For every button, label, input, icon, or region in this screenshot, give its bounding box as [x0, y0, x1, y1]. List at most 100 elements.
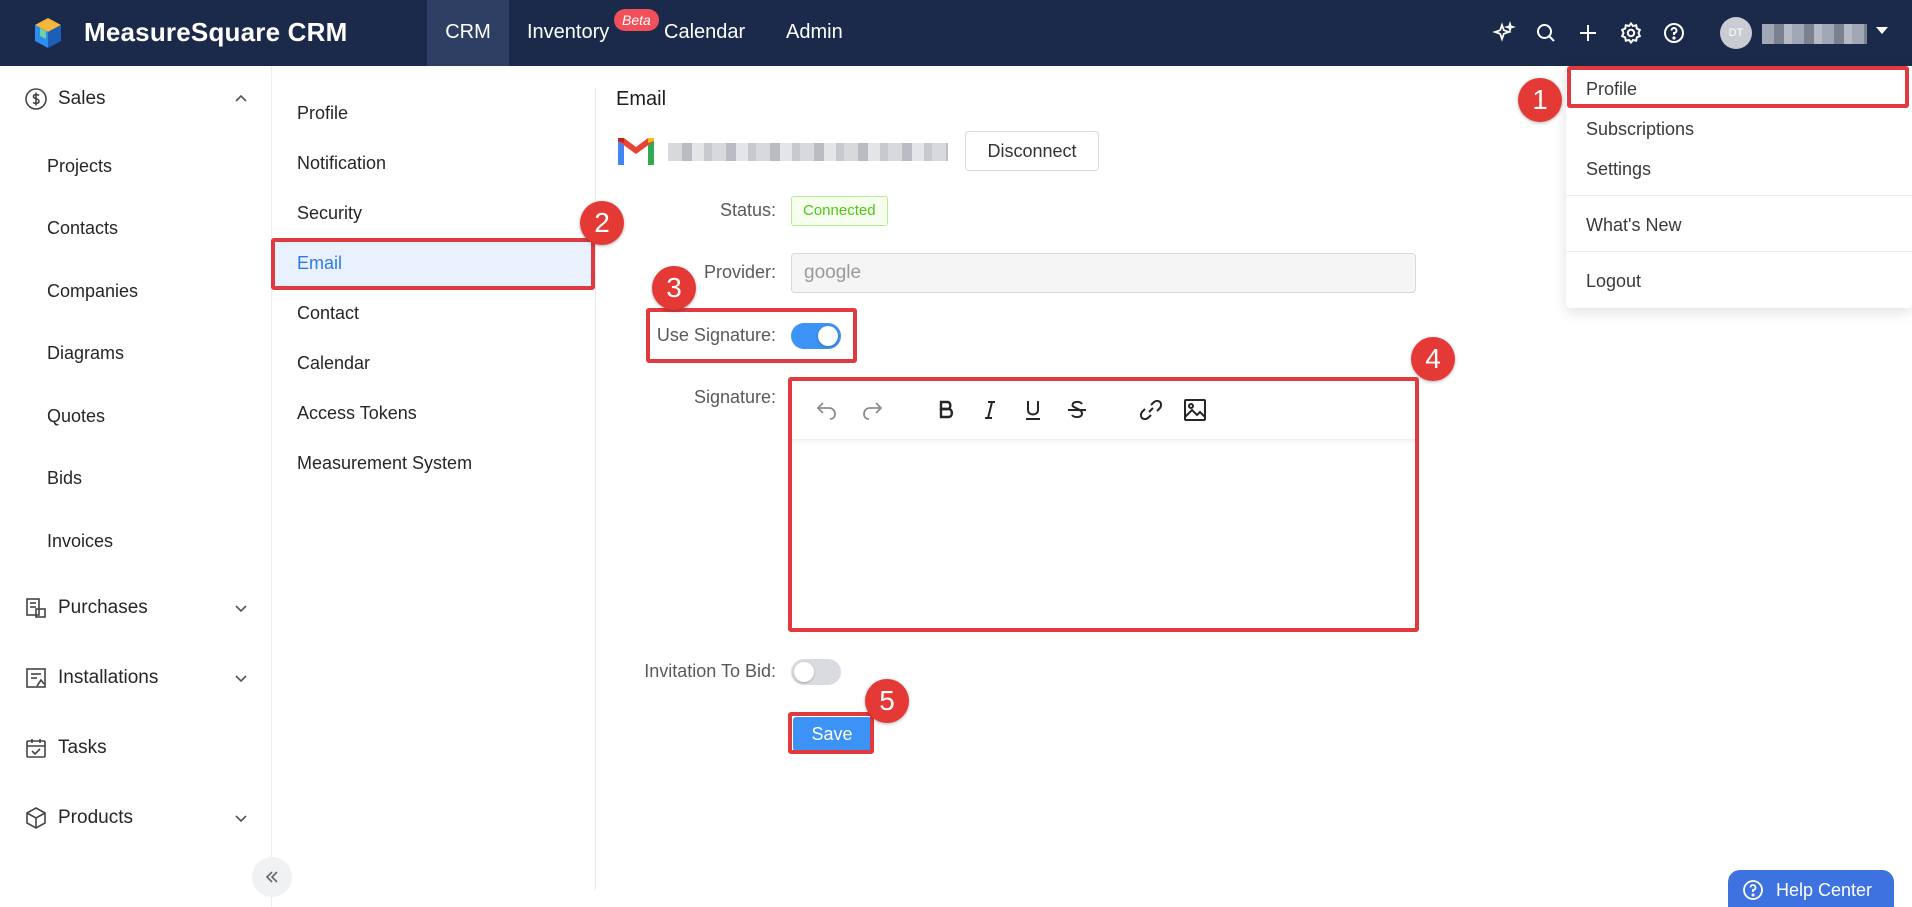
sidebar-item-bids[interactable]: Bids: [47, 468, 82, 489]
annotation-marker-3: 3: [652, 266, 696, 310]
dollar-icon: [25, 88, 47, 110]
page-title: Email: [616, 88, 667, 110]
provider-label: Provider:: [703, 262, 776, 282]
image-button[interactable]: [1182, 397, 1208, 423]
signature-editor[interactable]: [791, 380, 1416, 629]
menu-divider: [1566, 195, 1912, 196]
strikethrough-icon: [1068, 400, 1086, 419]
redo-icon: [863, 402, 883, 420]
underline-icon: [1026, 401, 1040, 420]
user-menu-dropdown: Profile Subscriptions Settings What's Ne…: [1566, 66, 1912, 308]
settings-menu-contact[interactable]: Contact: [272, 288, 594, 338]
sidebar-group-installations[interactable]: Installations: [24, 663, 158, 693]
redo-button[interactable]: [859, 397, 885, 423]
nav-admin[interactable]: Admin: [786, 0, 843, 66]
link-icon: [1139, 399, 1163, 421]
calendar-check-icon: [26, 739, 46, 758]
signature-label: Signature:: [693, 387, 776, 407]
strikethrough-button[interactable]: [1064, 397, 1090, 423]
sidebar-group-label: Installations: [58, 667, 159, 688]
box-icon: [26, 807, 46, 829]
user-avatar[interactable]: DT: [1720, 17, 1752, 49]
sidebar-group-label: Sales: [58, 88, 106, 109]
settings-menu-calendar[interactable]: Calendar: [272, 338, 594, 388]
bold-button[interactable]: [933, 397, 959, 423]
sidebar-item-projects[interactable]: Projects: [47, 156, 112, 177]
sidebar-group-products[interactable]: Products: [24, 803, 133, 833]
sidebar-group-label: Purchases: [58, 597, 148, 618]
status-badge: Connected: [791, 196, 888, 226]
sidebar-item-invoices[interactable]: Invoices: [47, 531, 113, 552]
sidebar-group-tasks[interactable]: Tasks: [24, 733, 107, 763]
italic-icon: [985, 401, 995, 419]
gear-icon[interactable]: [1619, 21, 1643, 45]
settings-menu-measurement-system[interactable]: Measurement System: [272, 438, 594, 488]
nav-crm[interactable]: CRM: [427, 0, 509, 66]
annotation-marker-1: 1: [1518, 78, 1562, 122]
provider-field[interactable]: google: [791, 253, 1416, 293]
undo-icon: [816, 402, 836, 420]
link-button[interactable]: [1138, 397, 1164, 423]
nav-calendar[interactable]: Calendar: [664, 0, 745, 66]
settings-menu-notification[interactable]: Notification: [272, 138, 594, 188]
help-icon[interactable]: [1662, 21, 1686, 45]
annotation-marker-2: 2: [580, 201, 624, 245]
app-title[interactable]: MeasureSquare CRM: [84, 17, 347, 48]
purchases-icon: [26, 598, 46, 618]
invitation-to-bid-label: Invitation To Bid:: [644, 661, 776, 681]
image-icon: [1184, 399, 1206, 421]
user-name-redacted[interactable]: [1762, 24, 1867, 44]
settings-menu-email[interactable]: Email: [272, 238, 594, 288]
status-label: Status:: [719, 200, 776, 220]
invitation-to-bid-toggle[interactable]: [791, 659, 841, 685]
bold-icon: [939, 400, 954, 419]
user-menu-profile[interactable]: Profile: [1566, 79, 1912, 100]
user-menu-settings[interactable]: Settings: [1566, 159, 1912, 180]
sidebar-item-companies[interactable]: Companies: [47, 281, 138, 302]
installations-icon: [26, 668, 46, 688]
sidebar-group-label: Tasks: [58, 737, 107, 758]
user-menu-caret-icon[interactable]: [1876, 27, 1888, 34]
user-menu-whats-new[interactable]: What's New: [1566, 215, 1912, 236]
annotation-marker-5: 5: [865, 679, 909, 723]
menu-divider: [1566, 251, 1912, 252]
settings-menu-profile[interactable]: Profile: [272, 88, 594, 138]
nav-inventory[interactable]: Inventory: [527, 0, 609, 66]
chevron-down-icon[interactable]: [234, 811, 248, 825]
chevron-up-icon[interactable]: [234, 92, 248, 106]
sidebar-item-quotes[interactable]: Quotes: [47, 406, 105, 427]
settings-menu: Profile Notification Security Email Cont…: [272, 88, 596, 890]
email-address-redacted: [668, 143, 948, 161]
sidebar-item-diagrams[interactable]: Diagrams: [47, 343, 124, 364]
help-center-label: Help Center: [1776, 880, 1873, 900]
top-navigation-bar: MeasureSquare CRM CRM Inventory Beta Cal…: [0, 0, 1912, 66]
help-circle-icon: [1743, 880, 1763, 900]
editor-toolbar: [791, 380, 1416, 440]
user-menu-subscriptions[interactable]: Subscriptions: [1566, 119, 1912, 140]
underline-button[interactable]: [1020, 397, 1046, 423]
settings-menu-access-tokens[interactable]: Access Tokens: [272, 388, 594, 438]
settings-menu-security[interactable]: Security: [272, 188, 594, 238]
annotation-marker-4: 4: [1411, 337, 1455, 381]
beta-badge: Beta: [614, 9, 659, 31]
use-signature-toggle[interactable]: [791, 323, 841, 349]
undo-button[interactable]: [814, 397, 840, 423]
sidebar-group-purchases[interactable]: Purchases: [24, 593, 148, 623]
search-icon[interactable]: [1534, 21, 1558, 45]
add-icon[interactable]: [1576, 21, 1600, 45]
gmail-icon: [618, 138, 654, 165]
sidebar-group-sales[interactable]: Sales: [24, 84, 106, 114]
ai-sparkle-icon[interactable]: [1492, 21, 1516, 45]
sidebar-item-contacts[interactable]: Contacts: [47, 218, 118, 239]
user-menu-logout[interactable]: Logout: [1566, 271, 1912, 292]
use-signature-label: Use Signature:: [656, 325, 776, 345]
left-sidebar: Sales Projects Contacts Companies Diagra…: [0, 66, 272, 907]
sidebar-group-label: Products: [58, 807, 133, 828]
save-button[interactable]: Save: [793, 717, 871, 751]
chevron-down-icon[interactable]: [234, 671, 248, 685]
app-logo-icon: [35, 18, 61, 48]
help-center-button[interactable]: Help Center: [1728, 870, 1894, 907]
disconnect-button[interactable]: Disconnect: [965, 131, 1099, 171]
chevron-down-icon[interactable]: [234, 601, 248, 615]
italic-button[interactable]: [977, 397, 1003, 423]
